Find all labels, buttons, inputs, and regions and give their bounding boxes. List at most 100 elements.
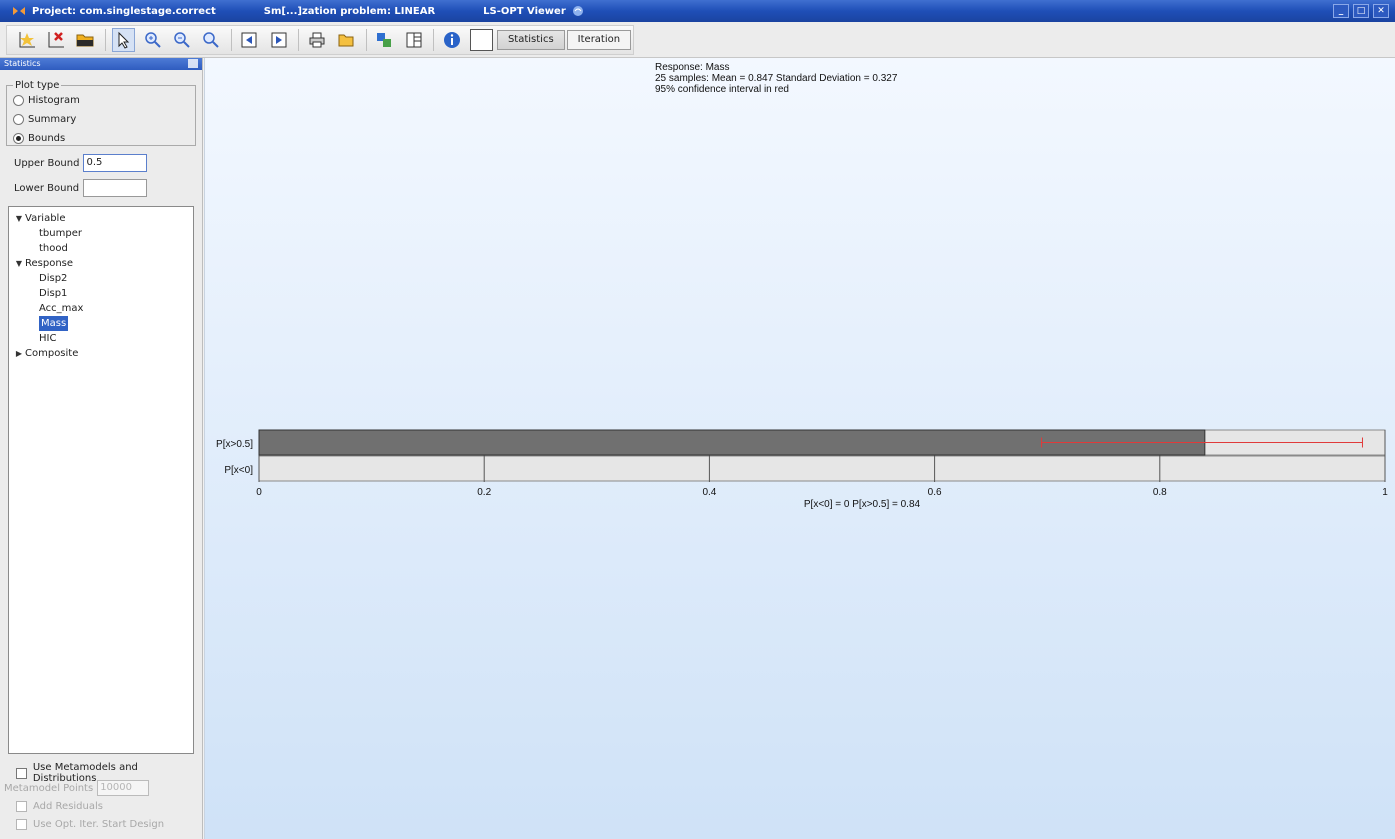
panel-header: Statistics [0,58,202,70]
viewer-title: LS-OPT Viewer [483,5,584,17]
tree-item-disp1[interactable]: Disp1 [13,286,193,301]
zoom-in-icon [144,32,161,48]
x-tick-label: 0.2 [477,487,491,498]
tree-item-mass[interactable]: Mass [13,316,193,331]
bar-label: P[x<0] [224,465,253,476]
delete-plot-icon [48,32,64,48]
minimize-icon[interactable]: _ [1333,4,1349,18]
export-button[interactable] [373,28,396,52]
metamodel-points-label: Metamodel Points [4,782,94,794]
radio-bounds[interactable]: Bounds [13,129,195,148]
plot-type-label: Plot type [15,80,60,91]
tree-node-variable[interactable]: ▼ Variable [13,211,193,226]
project-title: Project: com.singlestage.correct [32,5,216,17]
radio-circle[interactable] [13,114,24,125]
tab-iteration[interactable]: Iteration [566,30,632,50]
x-tick-label: 0.6 [928,487,942,498]
expand-right-icon[interactable]: ▶ [13,346,25,361]
folder-icon [76,34,94,47]
toolbar-separator [298,29,300,51]
tree-item-thood[interactable]: thood [13,241,193,256]
tree-node-label: Response [25,258,74,269]
info-icon [443,32,460,48]
lower-bound-row: Lower Bound [14,179,148,197]
tree-item-tbumper[interactable]: tbumper [13,226,193,241]
tree-item-acc-max[interactable]: Acc_max [13,301,193,316]
layout-button[interactable] [402,28,425,52]
checkbox-label: Use Opt. Iter. Start Design [33,819,165,830]
tree-item-label: Disp2 [39,273,68,284]
checkbox-label: Add Residuals [33,801,103,812]
color-swatch[interactable] [469,29,493,51]
next-icon [271,32,287,48]
x-tick-label: 0.4 [702,487,716,498]
info-button[interactable] [440,28,463,52]
zoom-out-button[interactable] [170,28,193,52]
tree-node-response[interactable]: ▼ Response [13,256,193,271]
lower-bound-input[interactable] [83,179,148,197]
plot-type-group: Plot type Histogram Summary Bounds [6,80,196,146]
toolbar-separator [230,29,232,51]
upper-bound-input[interactable]: 0.5 [83,154,148,172]
zoom-out-icon [174,32,190,48]
select-pointer-button[interactable] [111,28,136,52]
checkbox-box[interactable] [16,767,27,779]
add-residuals-checkbox[interactable]: Add Residuals [16,801,103,812]
bounds-chart: P[x>0.5] P[x<0]0 0.2 0.4 0.6 0.8 1 P[x<0] = 0 P… [216,429,1388,510]
x-tick-label: 0 [256,487,262,498]
metamodel-points-input[interactable]: 10000 [97,780,150,796]
upper-bound-row: Upper Bound 0.5 [14,154,148,172]
radio-circle[interactable] [13,133,24,144]
previous-icon [241,32,257,48]
maximize-icon[interactable]: □ [1353,4,1369,18]
tab-statistics[interactable]: Statistics [496,30,565,50]
app-logo-icon [13,7,25,15]
viewer-logo-icon [572,6,583,16]
zoom-fit-icon [203,32,219,48]
next-button[interactable] [267,28,290,52]
radio-label: Bounds [28,133,66,144]
save-button[interactable] [335,28,358,52]
toolbar-separator [365,29,367,51]
open-folder-button[interactable] [74,28,97,52]
expand-down-icon[interactable]: ▼ [13,256,25,271]
use-opt-iter-checkbox[interactable]: Use Opt. Iter. Start Design [16,819,164,830]
upper-bound-label: Upper Bound [14,157,80,169]
tree-item-label: Disp1 [39,288,68,299]
zoom-fit-button[interactable] [200,28,223,52]
delete-plot-button[interactable] [44,28,67,52]
pointer-icon [118,31,130,49]
new-plot-button[interactable] [15,28,38,52]
radio-summary[interactable]: Summary [13,110,195,129]
zoom-in-button[interactable] [141,28,164,52]
radio-circle[interactable] [13,95,24,106]
expand-down-icon[interactable]: ▼ [13,211,25,226]
radio-label: Summary [28,114,77,125]
plot-area: Response: Mass 25 samples: Mean = 0.847 … [204,58,1395,839]
probability-summary: P[x<0] = 0 P[x>0.5] = 0.84 [804,499,921,510]
radio-histogram[interactable]: Histogram [13,91,195,110]
tree-node-label: Composite [25,348,79,359]
tree-item-label: thood [39,243,68,254]
tree-node-composite[interactable]: ▶ Composite [13,346,193,361]
close-icon[interactable]: ✕ [1373,4,1389,18]
toolbar: Statistics Iteration [0,22,1395,58]
x-tick-label: 0.8 [1153,487,1167,498]
title-bar: Project: com.singlestage.correct Sm[...]… [0,0,1395,22]
response-tree: ▼ Variable tbumper thood ▼ Response Disp… [8,206,194,754]
tree-item-hic[interactable]: HIC [13,331,193,346]
export-icon [377,33,392,47]
toolbar-separator [433,29,435,51]
radio-label: Histogram [28,95,80,106]
print-button[interactable] [305,28,328,52]
checkbox-box[interactable] [16,819,27,830]
checkbox-box[interactable] [16,801,27,812]
previous-button[interactable] [238,28,261,52]
toolbar-separator [104,29,106,51]
tree-item-label: tbumper [39,228,82,239]
tree-item-disp2[interactable]: Disp2 [13,271,193,286]
toolbar-buttons: Statistics Iteration [6,25,634,55]
problem-title: Sm[...]zation problem: LINEAR [263,5,436,17]
panel-close-icon[interactable] [188,59,198,68]
statistics-panel: Statistics Plot type Histogram Summary B… [0,58,203,839]
